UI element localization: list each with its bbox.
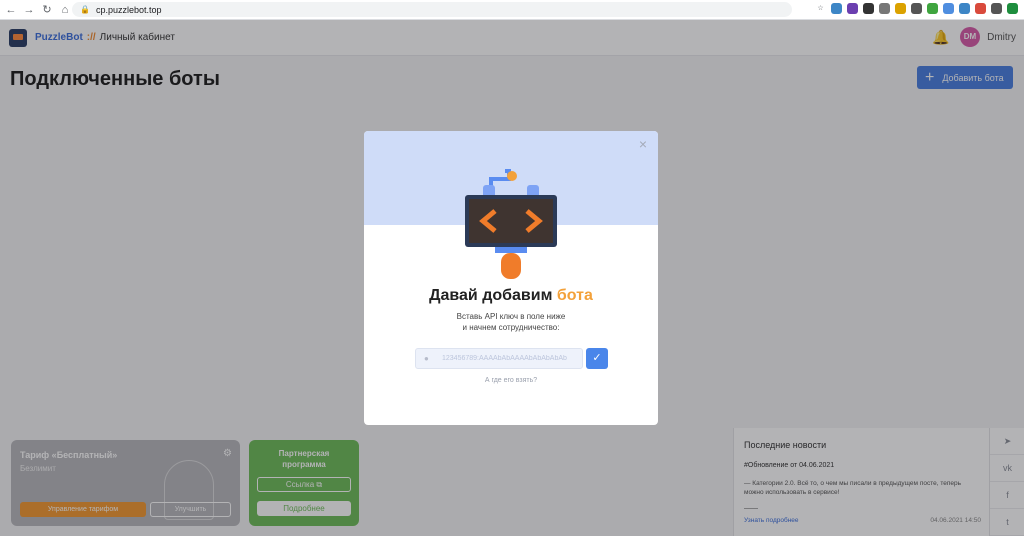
address-bar[interactable]: 🔒 cp.puzzlebot.top	[72, 2, 792, 17]
camera-icon[interactable]	[879, 3, 890, 14]
robot-illustration-icon	[465, 169, 557, 279]
blue-icon[interactable]	[943, 3, 954, 14]
modal-desc-line2: и начнем сотрудничество:	[462, 323, 560, 332]
browser-toolbar: ← → ↻ ⌂ 🔒 cp.puzzlebot.top ☆	[0, 0, 1024, 20]
cloud-icon[interactable]	[959, 3, 970, 14]
submit-token-button[interactable]: ✓	[586, 348, 608, 369]
back-icon[interactable]: ←	[4, 3, 18, 17]
modal-heading-accent: бота	[556, 287, 593, 304]
lock-icon: 🔒	[80, 5, 90, 14]
robot-icon: ●	[424, 353, 429, 363]
close-icon[interactable]: ×	[636, 137, 650, 151]
profile-icon[interactable]	[1007, 3, 1018, 14]
api-token-input[interactable]	[442, 355, 578, 362]
star-icon[interactable]: ☆	[815, 3, 826, 14]
extensions-bar: ☆	[815, 3, 1018, 14]
where-get-token-link[interactable]: А где его взять?	[364, 377, 658, 384]
modal-description: Вставь API ключ в поле ниже и начнем сот…	[364, 311, 658, 333]
extension-dark-icon[interactable]	[863, 3, 874, 14]
token-field: ●	[415, 348, 583, 369]
add-bot-modal: × Давай добавим бота Вставь API ключ в п…	[364, 131, 658, 425]
home-icon[interactable]: ⌂	[58, 3, 72, 17]
pin-icon[interactable]	[895, 3, 906, 14]
forward-icon[interactable]: →	[22, 3, 36, 17]
translate-icon[interactable]	[975, 3, 986, 14]
modal-heading-main: Давай добавим	[429, 287, 553, 304]
modal-desc-line1: Вставь API ключ в поле ниже	[456, 312, 566, 321]
doc-icon[interactable]	[911, 3, 922, 14]
green-icon[interactable]	[927, 3, 938, 14]
extension-purple-icon[interactable]	[847, 3, 858, 14]
puzzle-icon[interactable]	[991, 3, 1002, 14]
reload-icon[interactable]: ↻	[40, 3, 54, 17]
extension-blue-icon[interactable]	[831, 3, 842, 14]
modal-heading: Давай добавим бота	[364, 287, 658, 305]
address-url: cp.puzzlebot.top	[95, 4, 162, 15]
check-icon: ✓	[592, 352, 602, 364]
